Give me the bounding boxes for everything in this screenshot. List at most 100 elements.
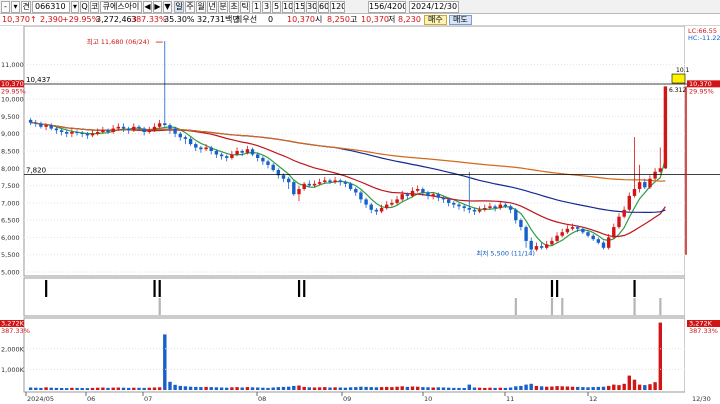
- turnover-rate: 35.30%: [164, 15, 195, 24]
- volume-panel[interactable]: [23, 317, 686, 393]
- volume-bar: [607, 385, 611, 390]
- search-icon[interactable]: Q: [80, 1, 89, 13]
- candle-body: [550, 240, 554, 245]
- interval-30[interactable]: 30: [306, 1, 317, 13]
- period-tab-week[interactable]: 주: [185, 1, 195, 13]
- candle-body: [209, 147, 213, 151]
- next-stock-button[interactable]: ▶: [153, 1, 162, 13]
- volume-bar: [328, 387, 332, 390]
- interval-1[interactable]: 1: [252, 1, 261, 13]
- dropdown-button[interactable]: ▾: [11, 1, 20, 13]
- candle-body: [152, 126, 157, 131]
- volume-bar: [534, 385, 539, 390]
- volume-bar: [416, 386, 420, 390]
- volume-bar: [204, 386, 208, 390]
- candle-body: [188, 138, 193, 145]
- menu-button[interactable]: -: [1, 1, 10, 13]
- x-tick-label: 08: [258, 395, 266, 403]
- price-chart[interactable]: 11,00010,50010,0009,5009,0008,5008,0007,…: [0, 26, 720, 404]
- candle-body: [317, 182, 322, 184]
- data-count-field[interactable]: 156/4200: [368, 1, 406, 13]
- volume-bar: [287, 386, 291, 390]
- candle-body: [343, 182, 348, 184]
- candle-body: [178, 133, 182, 138]
- buy-button[interactable]: 매수: [424, 15, 447, 25]
- candle-body: [183, 137, 188, 139]
- candle-body: [519, 220, 523, 227]
- volume-bar: [498, 387, 502, 390]
- stock-code-input[interactable]: 066310: [32, 1, 70, 13]
- candle-body: [524, 227, 528, 241]
- date-field[interactable]: 2024/12/30: [409, 1, 459, 13]
- low-annotation: 최저 5,500 (11/14): [476, 249, 535, 258]
- volume-bar: [421, 387, 425, 390]
- volume-bar: [581, 387, 585, 390]
- interval-5[interactable]: 5: [272, 1, 281, 13]
- period-tab-month[interactable]: 월: [196, 1, 206, 13]
- volume-bar: [297, 385, 301, 390]
- prev-stock-button[interactable]: ◀: [143, 1, 152, 13]
- interval-120[interactable]: 120: [330, 1, 345, 13]
- sell-button[interactable]: 매도: [449, 15, 472, 25]
- candle-body: [565, 228, 570, 233]
- candle-body: [39, 123, 43, 127]
- y-tick-label: 9,500: [1, 113, 20, 121]
- stock-name-field[interactable]: 큐에스아이: [100, 1, 142, 13]
- period-tab-second[interactable]: 초: [229, 1, 239, 13]
- candle-body: [576, 227, 580, 229]
- x-tick-label: 2024/05: [27, 395, 54, 403]
- volume-bar: [54, 387, 59, 390]
- volume-bar: [627, 375, 631, 390]
- period-tab-tick[interactable]: 틱: [240, 1, 250, 13]
- candle-body: [65, 132, 69, 134]
- y-tick-label: 5,000: [1, 269, 20, 277]
- interval-60[interactable]: 60: [318, 1, 329, 13]
- volume-bar: [374, 387, 379, 390]
- open-label: 시: [315, 15, 323, 24]
- volume-bar: [225, 387, 229, 390]
- signal-sell-bar: [158, 298, 161, 315]
- last-price: 10,370: [287, 15, 315, 24]
- volume-bar: [503, 387, 508, 390]
- candle-body: [240, 151, 244, 153]
- volume-bar: [354, 387, 358, 390]
- volume-bar: [34, 387, 38, 390]
- candle-body: [400, 194, 404, 200]
- candle-body: [34, 122, 38, 124]
- candle-body: [462, 206, 466, 208]
- candle-body: [70, 132, 74, 134]
- candle-body: [421, 189, 425, 193]
- signal-buy-bar: [45, 280, 48, 297]
- interval-10[interactable]: 10: [282, 1, 293, 13]
- market-badge[interactable]: 코: [90, 1, 99, 13]
- volume-pct-text: 387.33%: [1, 327, 30, 335]
- candle-body: [142, 128, 146, 132]
- period-tab-year[interactable]: 년: [207, 1, 217, 13]
- period-tab-day[interactable]: 일: [174, 1, 184, 13]
- candle-body: [199, 147, 203, 150]
- high-label: 고: [350, 15, 358, 24]
- low-label: 저: [388, 15, 396, 24]
- stock-code-dropdown[interactable]: ▾: [71, 1, 79, 13]
- interval-3[interactable]: 3: [262, 1, 271, 13]
- candle-body: [250, 149, 255, 155]
- period-tab-minute[interactable]: 분: [218, 1, 228, 13]
- candle-body: [483, 208, 487, 210]
- volume-bar: [653, 382, 657, 390]
- volume-bar: [395, 386, 399, 390]
- candle-body: [271, 164, 275, 170]
- volume-bar: [152, 387, 157, 390]
- candle-body: [457, 204, 461, 207]
- x-tick-label: 11: [506, 395, 514, 403]
- x-tick-label: 10: [424, 395, 432, 403]
- volume-bar: [467, 384, 471, 390]
- market-type-button[interactable]: 견: [21, 1, 31, 13]
- signal-sell-bar: [550, 298, 554, 315]
- volume-bar: [271, 387, 275, 390]
- candle-body: [307, 183, 311, 186]
- candle-body: [121, 126, 126, 129]
- interval-15[interactable]: 15: [294, 1, 305, 13]
- candle-body: [663, 86, 668, 169]
- more-dropdown-button[interactable]: ▼: [163, 1, 172, 13]
- signal-panel[interactable]: [23, 277, 686, 317]
